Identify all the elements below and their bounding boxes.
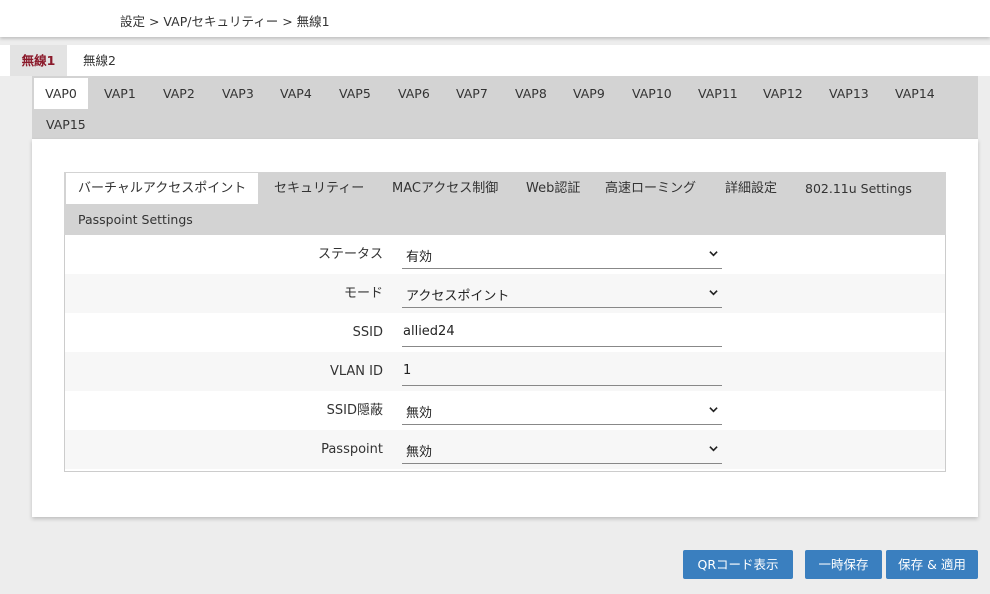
- vlan-id-input[interactable]: 1: [402, 358, 722, 386]
- form-row-status: ステータス 有効: [65, 235, 945, 274]
- status-select[interactable]: 有効: [402, 241, 722, 269]
- vlan-id-label: VLAN ID: [329, 364, 383, 379]
- tab-virtual-access-point[interactable]: バーチャルアクセスポイント: [66, 173, 259, 204]
- tab-vap12[interactable]: VAP12: [763, 78, 803, 109]
- tab-web-auth[interactable]: Web認証: [526, 173, 580, 204]
- tab-passpoint-settings[interactable]: Passpoint Settings: [78, 204, 193, 235]
- tab-vap1[interactable]: VAP1: [104, 78, 136, 109]
- mode-select[interactable]: アクセスポイント: [402, 280, 722, 308]
- temp-save-button[interactable]: 一時保存: [805, 550, 882, 579]
- ssid-stealth-value: 無効: [406, 406, 433, 421]
- tab-fast-roaming[interactable]: 高速ローミング: [605, 173, 696, 204]
- vap-tab-bar: VAP0 VAP1 VAP2 VAP3 VAP4 VAP5 VAP6 VAP7 …: [32, 76, 978, 139]
- tab-vap2[interactable]: VAP2: [163, 78, 195, 109]
- settings-tab-bar: バーチャルアクセスポイント セキュリティー MACアクセス制御 Web認証 高速…: [64, 172, 946, 235]
- tab-vap5[interactable]: VAP5: [339, 78, 371, 109]
- tab-wireless2[interactable]: 無線2: [83, 45, 116, 76]
- wireless-tab-bar: 無線1 無線2: [0, 45, 990, 76]
- breadcrumb: 設定 > VAP/セキュリティー > 無線1: [120, 14, 330, 29]
- tab-vap6[interactable]: VAP6: [398, 78, 430, 109]
- status-value: 有効: [406, 250, 433, 265]
- chevron-down-icon: [709, 407, 718, 413]
- tab-vap0[interactable]: VAP0: [34, 78, 88, 109]
- ssid-stealth-select[interactable]: 無効: [402, 397, 722, 425]
- tab-vap3[interactable]: VAP3: [222, 78, 254, 109]
- form-row-ssid-stealth: SSID隠蔽 無効: [65, 391, 945, 430]
- passpoint-value: 無効: [406, 445, 433, 460]
- ssid-input[interactable]: allied24: [402, 319, 722, 347]
- mode-value: アクセスポイント: [406, 289, 510, 304]
- ssid-label: SSID: [352, 325, 383, 340]
- vap-settings-form: ステータス 有効 モード アクセスポイント SSID allied24 VLAN…: [64, 235, 946, 472]
- tab-vap14[interactable]: VAP14: [895, 78, 935, 109]
- show-qr-code-button[interactable]: QRコード表示: [683, 550, 793, 579]
- save-and-apply-button[interactable]: 保存 & 適用: [886, 550, 978, 579]
- tab-vap8[interactable]: VAP8: [515, 78, 547, 109]
- status-label: ステータス: [317, 247, 383, 262]
- tab-vap11[interactable]: VAP11: [698, 78, 738, 109]
- ssid-stealth-label: SSID隠蔽: [326, 403, 383, 418]
- tab-security[interactable]: セキュリティー: [274, 173, 364, 204]
- form-row-vlan-id: VLAN ID 1: [65, 352, 945, 391]
- mode-label: モード: [343, 286, 383, 301]
- vlan-id-value: 1: [403, 363, 412, 378]
- tab-vap7[interactable]: VAP7: [456, 78, 488, 109]
- form-row-mode: モード アクセスポイント: [65, 274, 945, 313]
- ssid-value: allied24: [403, 324, 455, 339]
- tab-advanced-settings[interactable]: 詳細設定: [725, 173, 777, 204]
- tab-mac-access-control[interactable]: MACアクセス制御: [392, 173, 498, 204]
- passpoint-select[interactable]: 無効: [402, 436, 722, 464]
- tab-vap10[interactable]: VAP10: [632, 78, 672, 109]
- chevron-down-icon: [709, 251, 718, 257]
- form-row-passpoint: Passpoint 無効: [65, 430, 945, 469]
- top-bar: 設定 > VAP/セキュリティー > 無線1: [0, 0, 990, 37]
- tab-80211u-settings[interactable]: 802.11u Settings: [805, 173, 912, 204]
- form-row-ssid: SSID allied24: [65, 313, 945, 352]
- tab-vap15[interactable]: VAP15: [46, 109, 86, 140]
- tab-vap9[interactable]: VAP9: [573, 78, 605, 109]
- chevron-down-icon: [709, 290, 718, 296]
- tab-wireless1[interactable]: 無線1: [10, 45, 67, 76]
- tab-vap4[interactable]: VAP4: [280, 78, 312, 109]
- chevron-down-icon: [709, 446, 718, 452]
- tab-vap13[interactable]: VAP13: [829, 78, 869, 109]
- passpoint-label: Passpoint: [321, 442, 383, 457]
